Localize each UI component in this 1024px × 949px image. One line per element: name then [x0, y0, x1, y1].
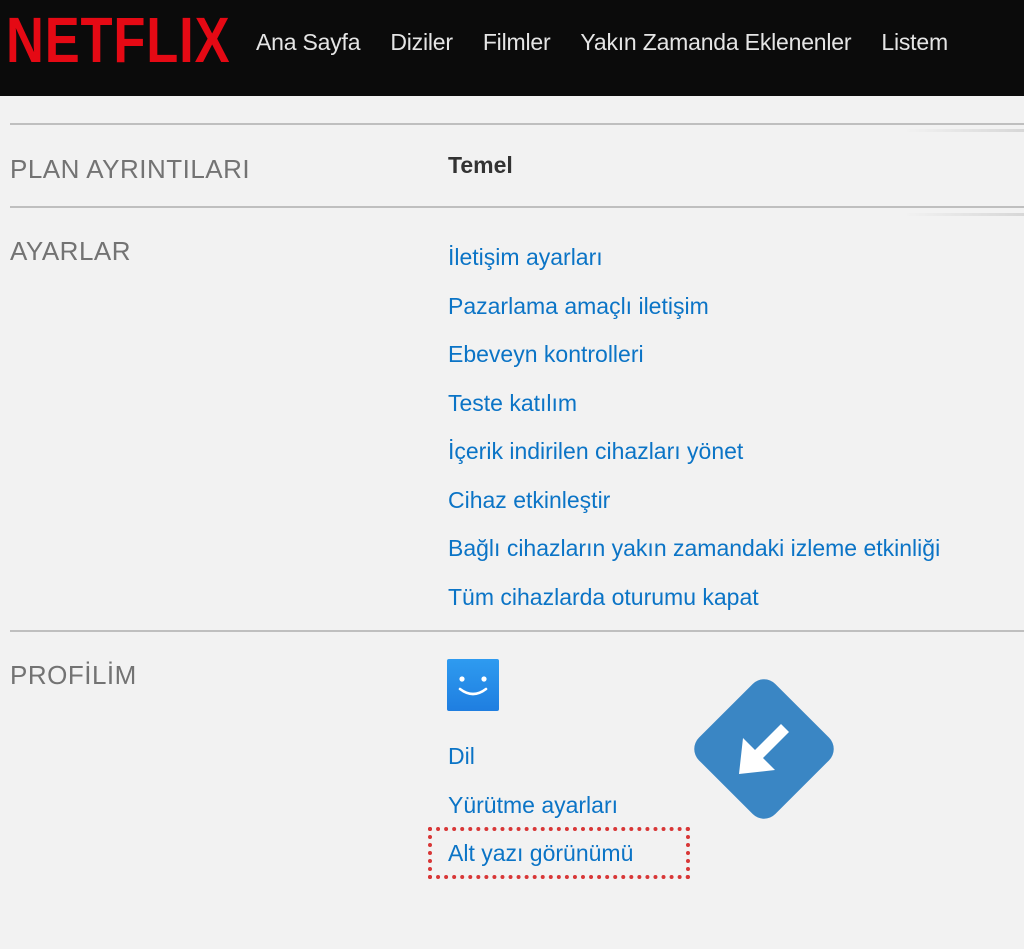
netflix-logo[interactable]: NETFLIX: [6, 4, 230, 76]
link-subtitle-appearance[interactable]: Alt yazı görünümü: [448, 829, 633, 878]
nav-my-list[interactable]: Listem: [881, 26, 948, 58]
top-navigation-bar: NETFLIX Ana Sayfa Diziler Filmler Yakın …: [0, 0, 1024, 96]
my-profile-label: PROFİLİM: [10, 660, 137, 690]
plan-value: Temel: [448, 152, 513, 178]
smiley-face-icon: [458, 676, 488, 696]
section-divider: [10, 123, 1024, 125]
link-recent-device-streaming[interactable]: Bağlı cihazların yakın zamandaki izleme …: [448, 524, 940, 573]
nav-series[interactable]: Diziler: [390, 26, 453, 58]
link-parental-controls[interactable]: Ebeveyn kontrolleri: [448, 330, 940, 379]
main-nav: Ana Sayfa Diziler Filmler Yakın Zamanda …: [256, 26, 948, 58]
link-sign-out-all-devices[interactable]: Tüm cihazlarda oturumu kapat: [448, 573, 940, 622]
link-language[interactable]: Dil: [448, 732, 633, 781]
section-divider: [10, 206, 1024, 208]
link-manage-download-devices[interactable]: İçerik indirilen cihazları yönet: [448, 427, 940, 476]
link-playback-settings[interactable]: Yürütme ayarları: [448, 781, 633, 830]
link-test-participation[interactable]: Teste katılım: [448, 379, 940, 428]
section-divider: [10, 630, 1024, 632]
link-marketing-communication[interactable]: Pazarlama amaçlı iletişim: [448, 282, 940, 331]
plan-details-label: PLAN AYRINTILARI: [10, 154, 251, 184]
divider-shine: [904, 213, 1024, 216]
divider-shine: [904, 129, 1024, 132]
link-communication-settings[interactable]: İletişim ayarları: [448, 233, 940, 282]
diagonal-down-left-arrow-icon: [694, 679, 834, 819]
profile-avatar[interactable]: [447, 659, 499, 711]
nav-recently-added[interactable]: Yakın Zamanda Eklenenler: [580, 26, 851, 58]
settings-links: İletişim ayarları Pazarlama amaçlı ileti…: [448, 233, 940, 621]
link-activate-device[interactable]: Cihaz etkinleştir: [448, 476, 940, 525]
nav-home[interactable]: Ana Sayfa: [256, 26, 361, 58]
profile-links: Dil Yürütme ayarları Alt yazı görünümü: [448, 732, 633, 878]
settings-label: AYARLAR: [10, 236, 132, 266]
nav-movies[interactable]: Filmler: [483, 26, 551, 58]
